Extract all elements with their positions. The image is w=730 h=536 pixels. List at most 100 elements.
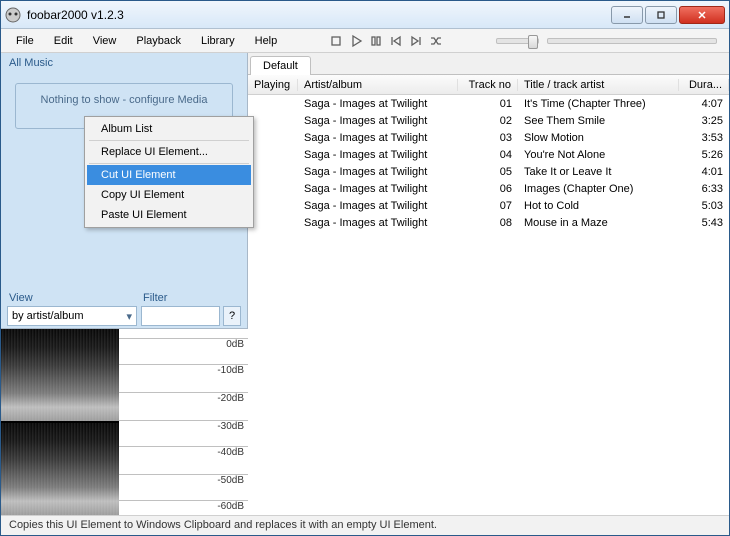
view-select[interactable]: by artist/album ▾: [7, 306, 137, 326]
cell-title: You're Not Alone: [518, 149, 679, 161]
cell-duration: 5:43: [679, 217, 729, 229]
titlebar[interactable]: foobar2000 v1.2.3: [1, 1, 729, 29]
menu-edit[interactable]: Edit: [45, 32, 82, 50]
menubar: File Edit View Playback Library Help: [1, 29, 729, 53]
prev-icon[interactable]: [388, 33, 404, 49]
cell-title: Hot to Cold: [518, 200, 679, 212]
app-window: foobar2000 v1.2.3 File Edit View Playbac…: [0, 0, 730, 536]
cell-title: See Them Smile: [518, 115, 679, 127]
cell-duration: 3:25: [679, 115, 729, 127]
db-tick: -30dB: [119, 420, 248, 432]
menu-view[interactable]: View: [84, 32, 126, 50]
maximize-button[interactable]: [645, 6, 677, 24]
cell-artist: Saga - Images at Twilight: [298, 115, 458, 127]
cell-title: Slow Motion: [518, 132, 679, 144]
window-title: foobar2000 v1.2.3: [27, 8, 611, 22]
col-title[interactable]: Title / track artist: [518, 79, 679, 91]
cell-duration: 6:33: [679, 183, 729, 195]
cell-title: Images (Chapter One): [518, 183, 679, 195]
table-row[interactable]: Saga - Images at Twilight01It's Time (Ch…: [248, 95, 729, 112]
playlist-header: Playing Artist/album Track no Title / tr…: [248, 75, 729, 95]
filter-help-button[interactable]: ?: [223, 306, 241, 326]
table-row[interactable]: Saga - Images at Twilight02See Them Smil…: [248, 112, 729, 129]
cell-title: Mouse in a Maze: [518, 217, 679, 229]
volume-slider[interactable]: [547, 38, 717, 44]
cm-replace[interactable]: Replace UI Element...: [87, 142, 251, 162]
db-tick: -20dB: [119, 392, 248, 404]
spectrogram: [1, 329, 119, 515]
minimize-button[interactable]: [611, 6, 643, 24]
play-icon[interactable]: [348, 33, 364, 49]
cell-title: Take It or Leave It: [518, 166, 679, 178]
col-artist[interactable]: Artist/album: [298, 79, 458, 91]
table-row[interactable]: Saga - Images at Twilight03Slow Motion3:…: [248, 129, 729, 146]
col-playing[interactable]: Playing: [248, 79, 298, 91]
table-row[interactable]: Saga - Images at Twilight07Hot to Cold5:…: [248, 197, 729, 214]
cm-copy[interactable]: Copy UI Element: [87, 185, 251, 205]
cm-paste[interactable]: Paste UI Element: [87, 205, 251, 225]
db-tick: -10dB: [119, 364, 248, 376]
menu-library[interactable]: Library: [192, 32, 244, 50]
cell-trackno: 07: [458, 200, 518, 212]
app-icon: [5, 7, 21, 23]
playlist-body[interactable]: Saga - Images at Twilight01It's Time (Ch…: [248, 95, 729, 231]
cell-trackno: 01: [458, 98, 518, 110]
cell-trackno: 04: [458, 149, 518, 161]
seek-thumb[interactable]: [528, 35, 538, 49]
cell-artist: Saga - Images at Twilight: [298, 200, 458, 212]
cm-separator: [89, 140, 249, 141]
cm-album-list[interactable]: Album List: [87, 119, 251, 139]
tab-default[interactable]: Default: [250, 56, 311, 75]
cell-trackno: 02: [458, 115, 518, 127]
col-trackno[interactable]: Track no: [458, 79, 518, 91]
stop-icon[interactable]: [328, 33, 344, 49]
menu-help[interactable]: Help: [246, 32, 287, 50]
cm-separator: [89, 163, 249, 164]
menu-playback[interactable]: Playback: [127, 32, 190, 50]
playback-toolbar: [328, 33, 444, 49]
random-icon[interactable]: [428, 33, 444, 49]
menu-file[interactable]: File: [7, 32, 43, 50]
playlist-tabs: Default: [248, 53, 729, 75]
playlist-pane: Default Playing Artist/album Track no Ti…: [248, 53, 729, 515]
cell-duration: 3:53: [679, 132, 729, 144]
window-buttons: [611, 6, 725, 24]
cell-duration: 4:01: [679, 166, 729, 178]
next-icon[interactable]: [408, 33, 424, 49]
cell-artist: Saga - Images at Twilight: [298, 149, 458, 161]
db-scale: 0dB -10dB -20dB -30dB -40dB -50dB -60dB: [119, 329, 248, 515]
db-tick: -40dB: [119, 446, 248, 458]
db-tick: 0dB: [119, 338, 248, 350]
table-row[interactable]: Saga - Images at Twilight05Take It or Le…: [248, 163, 729, 180]
pause-icon[interactable]: [368, 33, 384, 49]
view-filter-row: View by artist/album ▾ Filter ?: [1, 288, 247, 328]
visualizer-pane: 0dB -10dB -20dB -30dB -40dB -50dB -60dB: [1, 328, 248, 515]
cell-artist: Saga - Images at Twilight: [298, 132, 458, 144]
cell-duration: 5:26: [679, 149, 729, 161]
statusbar: Copies this UI Element to Windows Clipbo…: [1, 515, 729, 535]
cell-artist: Saga - Images at Twilight: [298, 98, 458, 110]
close-button[interactable]: [679, 6, 725, 24]
filter-input[interactable]: [141, 306, 220, 326]
table-row[interactable]: Saga - Images at Twilight08Mouse in a Ma…: [248, 214, 729, 231]
db-tick: -60dB: [119, 500, 248, 512]
pane-title: All Music: [1, 53, 247, 73]
cell-artist: Saga - Images at Twilight: [298, 217, 458, 229]
table-row[interactable]: Saga - Images at Twilight04You're Not Al…: [248, 146, 729, 163]
cell-trackno: 08: [458, 217, 518, 229]
spectrogram-channel: [1, 421, 119, 515]
seek-slider[interactable]: [496, 38, 539, 44]
cell-duration: 4:07: [679, 98, 729, 110]
view-value: by artist/album: [12, 310, 84, 322]
view-label: View: [7, 290, 137, 306]
cell-duration: 5:03: [679, 200, 729, 212]
table-row[interactable]: Saga - Images at Twilight06Images (Chapt…: [248, 180, 729, 197]
cell-trackno: 06: [458, 183, 518, 195]
context-menu: Album List Replace UI Element... Cut UI …: [84, 116, 254, 228]
spectrogram-channel: [1, 329, 119, 421]
col-duration[interactable]: Dura...: [679, 79, 729, 91]
cell-title: It's Time (Chapter Three): [518, 98, 679, 110]
cell-artist: Saga - Images at Twilight: [298, 166, 458, 178]
cell-artist: Saga - Images at Twilight: [298, 183, 458, 195]
cm-cut[interactable]: Cut UI Element: [87, 165, 251, 185]
